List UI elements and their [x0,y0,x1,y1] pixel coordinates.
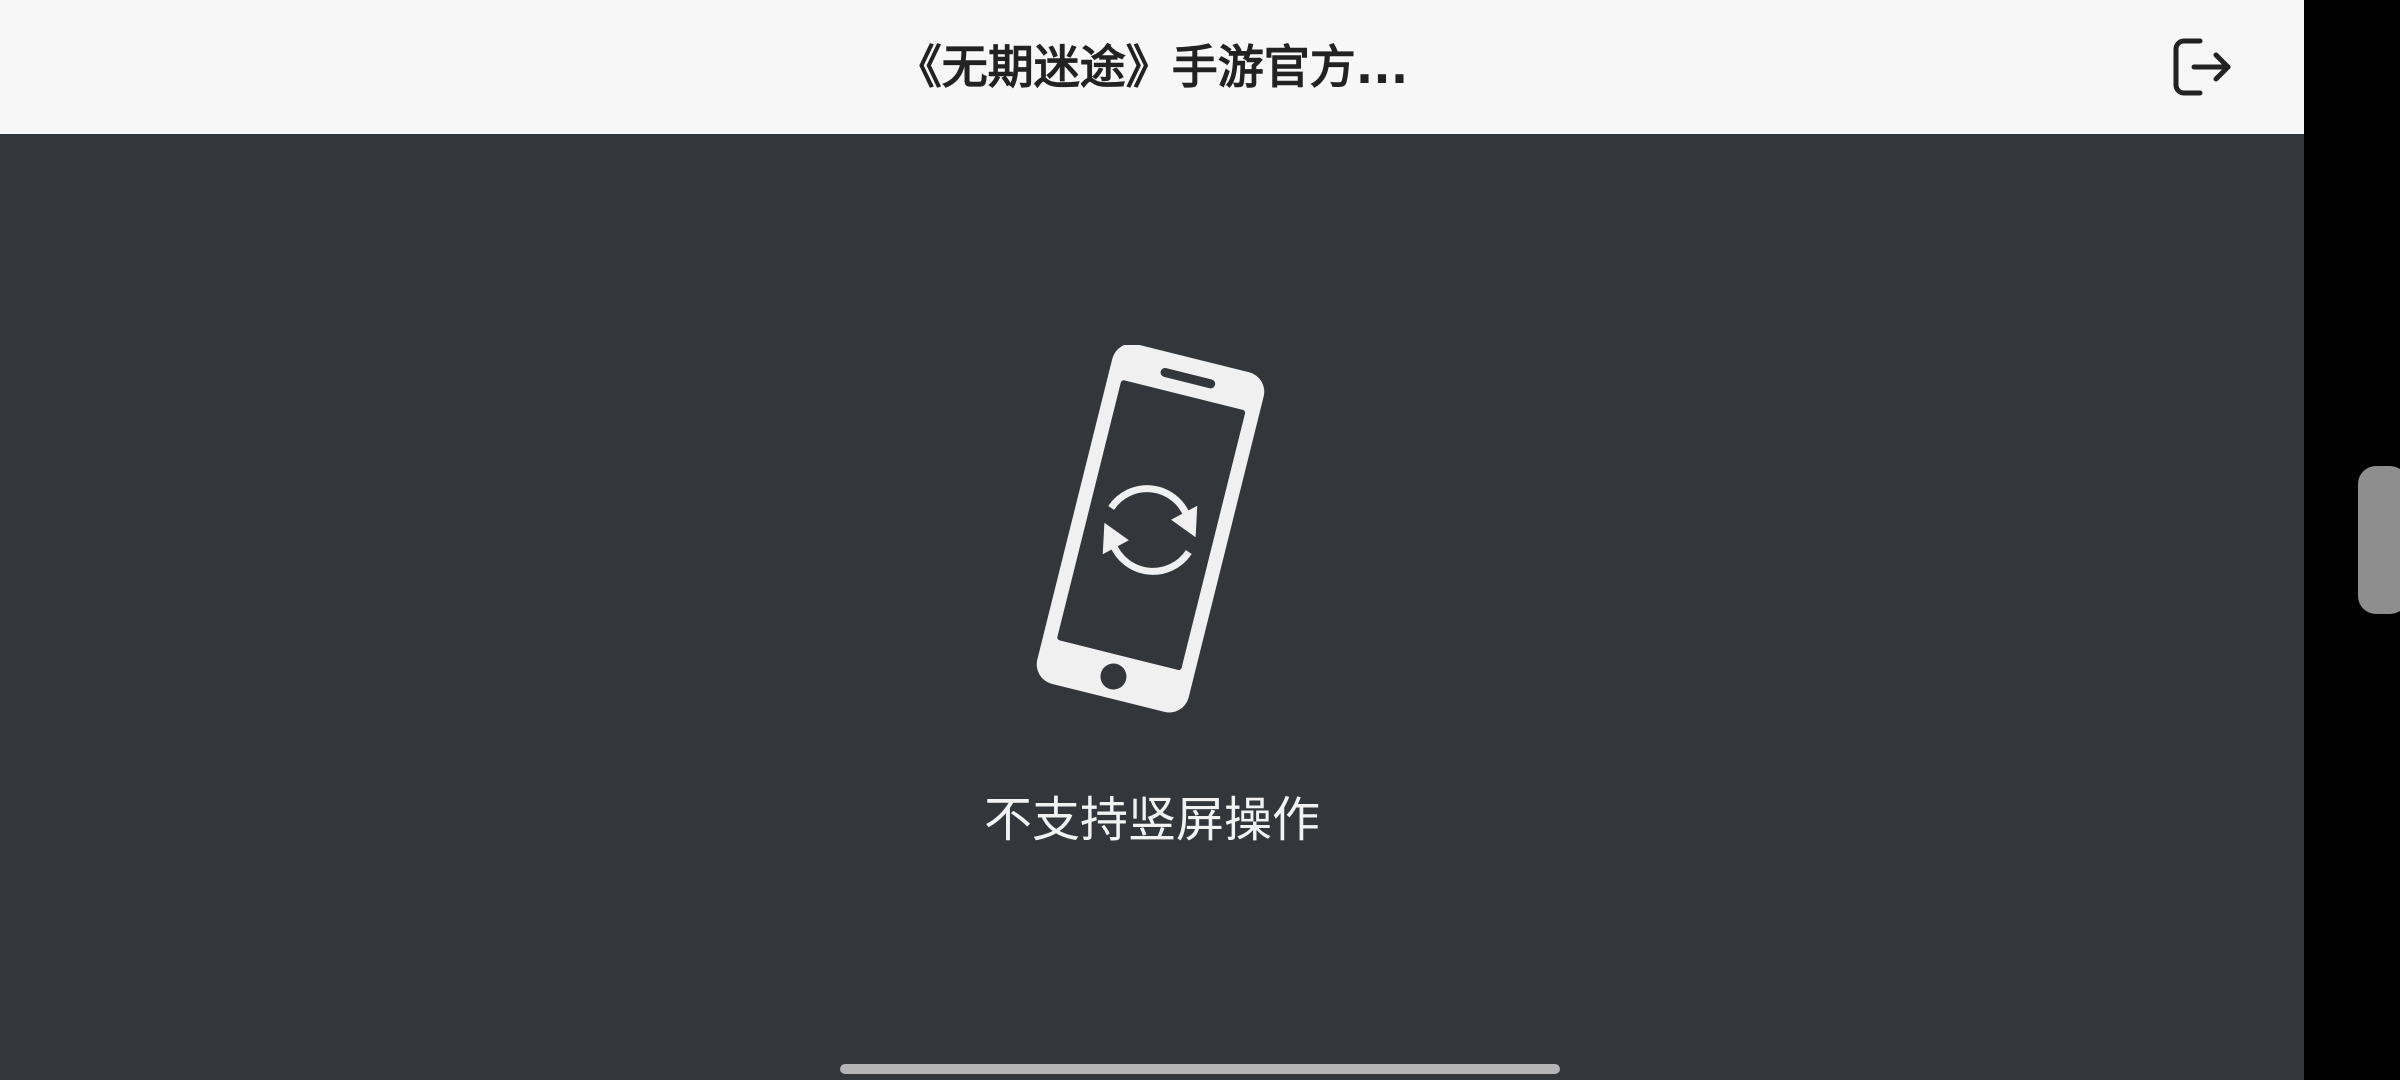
top-bar: 《无期迷途》手游官方... [0,0,2304,134]
orientation-message: 不支持竖屏操作 [983,792,1320,848]
page-title: 《无期迷途》手游官方... [895,40,1409,94]
exit-button[interactable] [2160,30,2244,104]
side-panel-handle[interactable] [2358,466,2400,614]
rotate-phone-icon [1036,345,1265,713]
exit-icon [2173,38,2231,96]
home-indicator[interactable] [840,1064,1560,1074]
game-webview-screen: 《无期迷途》手游官方... 不支持竖屏操作 [0,0,2304,1080]
